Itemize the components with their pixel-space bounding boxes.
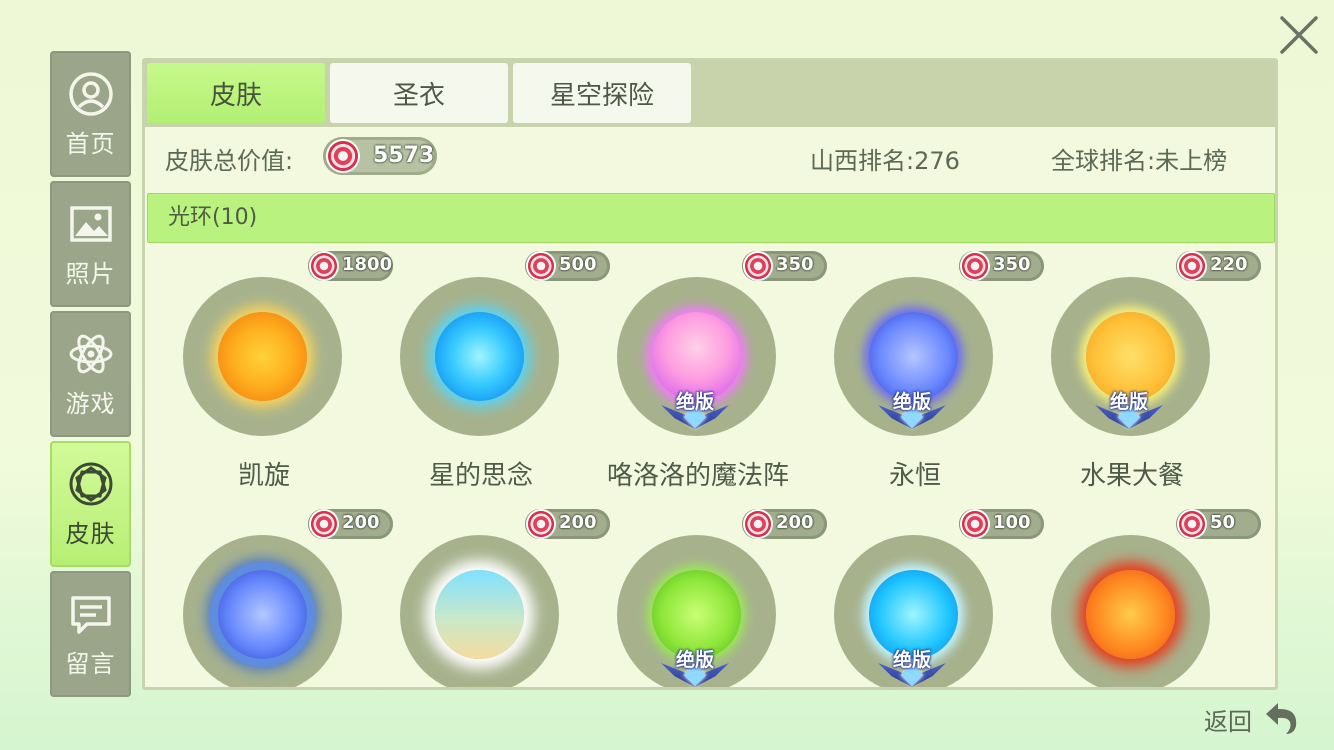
limited-label: 绝版 — [1109, 391, 1148, 413]
skin-name: 凯旋 — [237, 461, 290, 491]
skin-name: 水果大餐 — [1079, 461, 1184, 491]
sidebar-item-messages[interactable]: 留言 — [50, 571, 131, 697]
limited-label: 绝版 — [892, 649, 931, 671]
skin-preview[interactable] — [400, 535, 559, 687]
total-value: 5573 — [373, 143, 435, 168]
candy-coin-icon — [528, 253, 554, 279]
skin-preview[interactable] — [183, 277, 342, 436]
halo-orb-icon — [218, 312, 307, 401]
close-button[interactable] — [1276, 12, 1322, 58]
candy-coin-icon — [1179, 253, 1205, 279]
stats-row: 皮肤总价值: 5573 山西排名:276 全球排名:未上榜 — [145, 127, 1275, 187]
sidebar-item-photos[interactable]: 照片 — [50, 181, 131, 307]
candy-coin-icon — [311, 253, 337, 279]
close-icon — [1280, 16, 1318, 54]
total-value-label: 皮肤总价值: — [165, 147, 294, 175]
global-rank: 全球排名:未上榜 — [1051, 147, 1228, 175]
candy-coin-icon — [745, 511, 771, 537]
halo-orb-icon — [1086, 570, 1175, 659]
skin-item[interactable]: 100 绝版 — [802, 509, 1044, 687]
sidebar-item-skins[interactable]: 皮肤 — [50, 441, 131, 567]
limited-edition-badge: 绝版 — [1089, 387, 1169, 431]
limited-label: 绝版 — [892, 391, 931, 413]
candy-coin-icon — [745, 253, 771, 279]
limited-edition-badge: 绝版 — [872, 645, 952, 687]
total-value-badge: 5573 — [323, 137, 437, 175]
tab-skins[interactable]: 皮肤 — [147, 63, 325, 123]
image-icon — [69, 205, 112, 242]
skin-item[interactable]: 500 星的思念 — [368, 251, 610, 491]
limited-edition-badge: 绝版 — [872, 387, 952, 431]
return-arrow-icon — [1266, 703, 1297, 734]
candy-coin-icon — [962, 253, 988, 279]
atom-icon — [69, 334, 112, 373]
skin-preview[interactable] — [1051, 535, 1210, 687]
candy-coin-icon — [962, 511, 988, 537]
halo-orb-icon — [435, 312, 524, 401]
candy-coin-icon — [328, 141, 358, 171]
limited-label: 绝版 — [675, 391, 714, 413]
skin-item[interactable]: 350 绝版 咯洛洛的魔法阵 — [585, 251, 827, 491]
skin-item[interactable]: 1800 凯旋 — [151, 251, 393, 491]
skin-item[interactable]: 220 绝版水果大餐 — [1019, 251, 1261, 491]
skin-item[interactable]: 350 绝版 永恒 — [802, 251, 1044, 491]
skins-panel: 皮肤 圣衣 星空探险 皮肤总价值: 5573 山西排名:276 全球排名:未上榜… — [142, 58, 1278, 690]
limited-edition-badge: 绝版 — [655, 645, 735, 687]
skin-item[interactable]: 200 绝版 — [585, 509, 827, 687]
skin-name: 星的思念 — [428, 461, 533, 491]
profile-icon — [68, 71, 113, 116]
message-icon — [70, 595, 111, 634]
back-button[interactable]: 返回 — [1204, 698, 1304, 738]
price-badge: 50 — [1176, 509, 1261, 539]
limited-label: 绝版 — [675, 649, 714, 671]
sidebar-item-label: 皮肤 — [65, 519, 116, 548]
sidebar-item-label: 照片 — [65, 259, 116, 288]
skin-preview[interactable] — [400, 277, 559, 436]
candy-coin-icon — [311, 511, 337, 537]
candy-coin-icon — [528, 511, 554, 537]
limited-edition-badge: 绝版 — [655, 387, 735, 431]
region-rank: 山西排名:276 — [810, 147, 960, 175]
tab-armor[interactable]: 圣衣 — [330, 63, 508, 123]
sidebar-item-games[interactable]: 游戏 — [50, 311, 131, 437]
back-label: 返回 — [1204, 708, 1252, 736]
sidebar-item-label: 留言 — [65, 649, 116, 678]
sidebar-item-label: 游戏 — [65, 389, 116, 418]
sidebar-item-home[interactable]: 首页 — [50, 51, 131, 177]
price-badge: 220 — [1176, 251, 1261, 281]
gem-outline-icon — [69, 462, 112, 505]
candy-coin-icon — [1179, 511, 1205, 537]
tab-bar: 皮肤 圣衣 星空探险 — [145, 61, 1275, 127]
halo-orb-icon — [218, 570, 307, 659]
skin-item[interactable]: 200 — [151, 509, 393, 687]
category-header[interactable]: 光环(10) — [147, 193, 1275, 243]
skin-name: 永恒 — [888, 461, 941, 491]
price-value: 50 — [1210, 512, 1236, 533]
skin-item[interactable]: 50 — [1019, 509, 1261, 687]
sidebar-item-label: 首页 — [65, 129, 116, 158]
skin-preview[interactable] — [183, 535, 342, 687]
price-value: 220 — [1210, 254, 1248, 275]
skin-name: 咯洛洛的魔法阵 — [606, 461, 789, 491]
skin-item[interactable]: 200 — [368, 509, 610, 687]
halo-orb-icon — [435, 570, 524, 659]
tab-star-exploration[interactable]: 星空探险 — [513, 63, 691, 123]
